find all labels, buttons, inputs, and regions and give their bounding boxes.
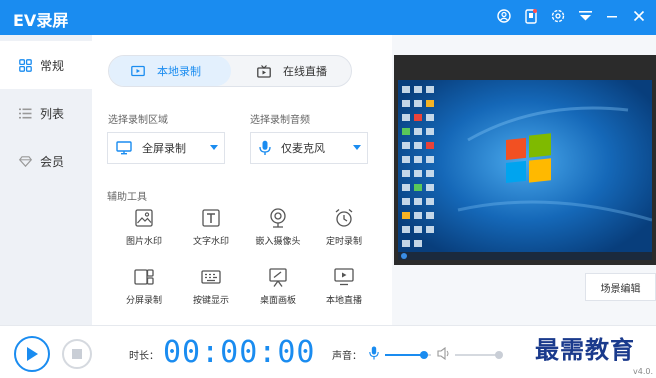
mic-icon[interactable] — [369, 346, 379, 360]
tool-local-live[interactable]: 本地直播 — [314, 267, 374, 311]
duration-label: 时长： — [129, 351, 159, 362]
record-audio-label: 选择录制音频 — [250, 115, 310, 126]
settings-icon[interactable] — [549, 7, 567, 25]
stop-button[interactable] — [62, 339, 92, 369]
sidebar-item-label: 会员 — [40, 154, 65, 169]
play-icon — [27, 347, 38, 361]
tool-label: 文字水印 — [192, 237, 229, 247]
local-live-icon — [334, 267, 354, 287]
tool-label: 图片水印 — [125, 237, 162, 247]
settings-panel: 本地录制 在线直播 选择录制区域 全屏录制 选择录制音频 仅麦克风 辅助工具 图… — [92, 35, 392, 325]
whiteboard-icon — [268, 267, 288, 287]
tool-split-screen[interactable]: 分屏录制 — [114, 267, 174, 311]
list-icon — [18, 106, 32, 120]
tool-key-display[interactable]: 按键显示 — [181, 267, 241, 311]
tool-desktop-whiteboard[interactable]: 桌面画板 — [248, 267, 308, 311]
minimize-icon[interactable] — [603, 7, 621, 25]
monitor-icon — [116, 141, 132, 155]
tab-label: 在线直播 — [283, 65, 327, 78]
image-icon — [134, 208, 154, 228]
sidebar: 常规 列表 会员 — [0, 35, 92, 325]
chevron-down-icon — [210, 145, 218, 150]
user-icon[interactable] — [495, 7, 513, 25]
record-area-value: 全屏录制 — [142, 142, 186, 155]
play-button[interactable] — [14, 336, 50, 372]
tool-label: 嵌入摄像头 — [255, 237, 301, 247]
tools-label: 辅助工具 — [107, 192, 147, 203]
close-icon[interactable] — [630, 7, 648, 25]
system-volume-fill — [455, 354, 499, 356]
tool-image-watermark[interactable]: 图片水印 — [114, 208, 174, 252]
preview-panel — [394, 55, 656, 265]
system-volume-knob[interactable] — [495, 351, 503, 359]
record-audio-value: 仅麦克风 — [281, 142, 325, 155]
windows-desktop-image — [398, 80, 652, 260]
system-volume-slider[interactable] — [455, 351, 503, 359]
tab-label: 本地录制 — [157, 65, 201, 78]
tool-timed-record[interactable]: 定时录制 — [314, 208, 374, 252]
record-area-select[interactable]: 全屏录制 — [107, 132, 225, 164]
scene-edit-button[interactable]: 场景编辑 — [585, 273, 656, 301]
title-bar-icons — [495, 7, 648, 25]
tab-online-live[interactable]: 在线直播 — [231, 56, 351, 86]
mode-tabs: 本地录制 在线直播 — [108, 55, 352, 87]
alarm-icon — [334, 208, 354, 228]
app-title: EV录屏 — [13, 11, 69, 30]
phone-icon[interactable] — [522, 7, 540, 25]
sidebar-item-list[interactable]: 列表 — [0, 89, 92, 137]
stop-icon — [72, 349, 82, 359]
tool-label: 按键显示 — [192, 296, 229, 306]
mic-volume-knob[interactable] — [420, 351, 428, 359]
sidebar-item-general[interactable]: 常规 — [0, 41, 92, 89]
mic-volume-fill — [385, 354, 424, 356]
record-audio-select[interactable]: 仅麦克风 — [250, 132, 368, 164]
camera-icon — [268, 208, 288, 228]
record-area-label: 选择录制区域 — [108, 115, 168, 126]
diamond-icon — [18, 154, 32, 168]
split-screen-icon — [134, 267, 154, 287]
tool-label: 桌面画板 — [259, 296, 296, 306]
sidebar-item-label: 列表 — [40, 106, 65, 121]
tool-text-watermark[interactable]: 文字水印 — [181, 208, 241, 252]
sidebar-item-label: 常规 — [40, 58, 65, 73]
tab-local-record[interactable]: 本地录制 — [109, 56, 231, 86]
menu-icon[interactable] — [576, 7, 594, 25]
mic-icon — [259, 140, 271, 156]
tool-label: 定时录制 — [325, 237, 362, 247]
chevron-down-icon — [353, 145, 361, 150]
tool-label: 分屏录制 — [125, 296, 162, 306]
text-icon — [201, 208, 221, 228]
ev-recorder-window: EV录屏 常规 列表 会员 本地录制 在线直播 选择录制区域 全屏录制 选择录制… — [0, 0, 656, 378]
tool-label: 本地直播 — [325, 296, 362, 306]
desktop-preview — [398, 80, 652, 260]
bottom-bar: 时长： 00:00:00 声音： 最需教育 v4.0. — [0, 325, 656, 378]
keyboard-icon — [201, 267, 221, 287]
speaker-icon[interactable] — [437, 347, 451, 360]
watermark-text: 最需教育 — [535, 335, 635, 364]
version-label: v4.0. — [633, 367, 653, 376]
record-timer: 00:00:00 — [163, 335, 316, 370]
mic-volume-slider[interactable] — [385, 351, 431, 359]
sound-label: 声音： — [332, 351, 362, 362]
live-icon — [257, 64, 271, 78]
tool-embed-camera[interactable]: 嵌入摄像头 — [248, 208, 308, 252]
record-icon — [131, 65, 145, 77]
grid-icon — [18, 58, 32, 72]
sidebar-item-member[interactable]: 会员 — [0, 137, 92, 185]
title-bar: EV录屏 — [0, 0, 656, 35]
